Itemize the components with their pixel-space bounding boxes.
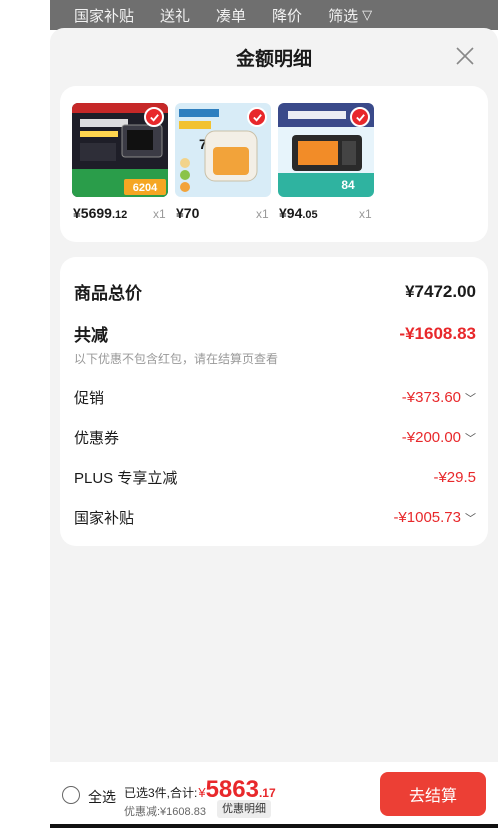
product-price-int: ¥94: [279, 205, 303, 221]
summary-prefix: 已选3件,合计:: [124, 786, 198, 800]
tab-filter[interactable]: 筛选 ▽: [328, 5, 372, 26]
thumb-price-tag: 6204: [133, 182, 158, 194]
tab-national-subsidy[interactable]: 国家补贴: [74, 5, 134, 26]
discount-value: -¥200.00 ﹀: [402, 429, 476, 446]
select-all-radio[interactable]: [62, 786, 80, 804]
close-icon[interactable]: [454, 45, 476, 67]
product-thumbnail: 84: [278, 103, 374, 197]
product-price-dec: .05: [302, 209, 318, 221]
discount-row-promotion[interactable]: 促销 -¥373.60 ﹀: [74, 387, 476, 408]
chevron-down-icon: ﹀: [465, 432, 476, 445]
product-thumbnail: 74: [175, 103, 271, 197]
selected-check-icon: [144, 107, 164, 127]
tab-price-drop[interactable]: 降价: [272, 5, 302, 26]
discount-value: -¥1005.73 ﹀: [393, 509, 476, 526]
total-price-row: 商品总价 ¥7472.00: [74, 279, 476, 304]
product-price: ¥5699.12: [73, 205, 127, 221]
filter-funnel-icon: ▽: [362, 7, 373, 22]
amount-detail-sheet: 金额明细 6204 ¥5699.12 x1 ¥70 x1 84 ¥94.05 x…: [50, 28, 498, 828]
discount-label: 优惠券: [74, 430, 120, 447]
product-thumbnail: 6204: [72, 103, 168, 197]
product-quantity: x1: [359, 207, 372, 221]
discount-label: 国家补贴: [74, 510, 135, 527]
total-price-label: 商品总价: [74, 284, 142, 303]
total-price-value: ¥7472.00: [405, 281, 476, 301]
tab-bundle[interactable]: 凑单: [216, 5, 246, 26]
discount-amount: -¥200.00: [401, 429, 461, 446]
discount-total-value: -¥1608.83: [399, 323, 476, 343]
checkout-button[interactable]: 去结算: [380, 772, 486, 816]
product-quantity: x1: [153, 207, 166, 221]
product-price: ¥70: [176, 205, 199, 221]
product-price-dec: .12: [111, 209, 128, 221]
tab-gift[interactable]: 送礼: [160, 5, 190, 26]
filter-tab-bar: 国家补贴 送礼 凑单 降价 筛选 ▽: [50, 0, 498, 30]
tab-filter-label: 筛选: [328, 7, 359, 25]
discount-label: PLUS 专享立减: [74, 470, 178, 487]
discount-value: -¥373.60 ﹀: [402, 389, 476, 406]
discount-row-coupon[interactable]: 优惠券 -¥200.00 ﹀: [74, 427, 476, 448]
sheet-title: 金额明细: [235, 49, 312, 70]
discount-row-plus: PLUS 专享立减 -¥29.5: [74, 467, 476, 488]
total-currency: ¥: [198, 785, 206, 800]
discount-amount: -¥29.5: [433, 469, 476, 486]
discount-note: 以下优惠不包含红包，请在结算页查看: [74, 352, 279, 366]
discount-total-label: 共减: [74, 326, 108, 345]
price-breakdown-card: 商品总价 ¥7472.00 共减 -¥1608.83 以下优惠不包含红包，请在结…: [60, 257, 488, 546]
product-price: ¥94.05: [279, 205, 318, 221]
product-price-int: ¥70: [176, 205, 200, 221]
select-all-label[interactable]: 全选: [88, 787, 116, 807]
total-amount-decimal: .17: [258, 786, 276, 800]
discount-amount: -¥373.60: [401, 389, 461, 406]
bottom-edge: [50, 824, 498, 828]
selected-products-card: 6204 ¥5699.12 x1 74: [60, 86, 488, 242]
discount-value: -¥29.5: [433, 469, 476, 486]
product-quantity: x1: [256, 207, 269, 221]
chevron-down-icon: ﹀: [465, 392, 476, 405]
discount-total-row: 共减 -¥1608.83: [74, 321, 476, 346]
discount-amount: -¥1005.73: [393, 509, 461, 526]
checkout-bar: 全选 已选3件,合计: ¥ 5863 .17 优惠减:¥1608.83 优惠明细…: [50, 762, 498, 824]
savings-text: 优惠减:¥1608.83: [124, 806, 206, 818]
left-margin: [0, 0, 50, 828]
discount-label: 促销: [74, 390, 105, 407]
product-price-int: ¥5699: [73, 205, 112, 221]
discount-row-subsidy[interactable]: 国家补贴 -¥1005.73 ﹀: [74, 507, 476, 528]
selected-check-icon: [350, 107, 370, 127]
thumb-price-tag: 84: [341, 178, 355, 192]
discount-detail-button[interactable]: 优惠明细: [217, 800, 271, 818]
selected-check-icon: [247, 107, 267, 127]
chevron-down-icon: ﹀: [465, 512, 476, 525]
